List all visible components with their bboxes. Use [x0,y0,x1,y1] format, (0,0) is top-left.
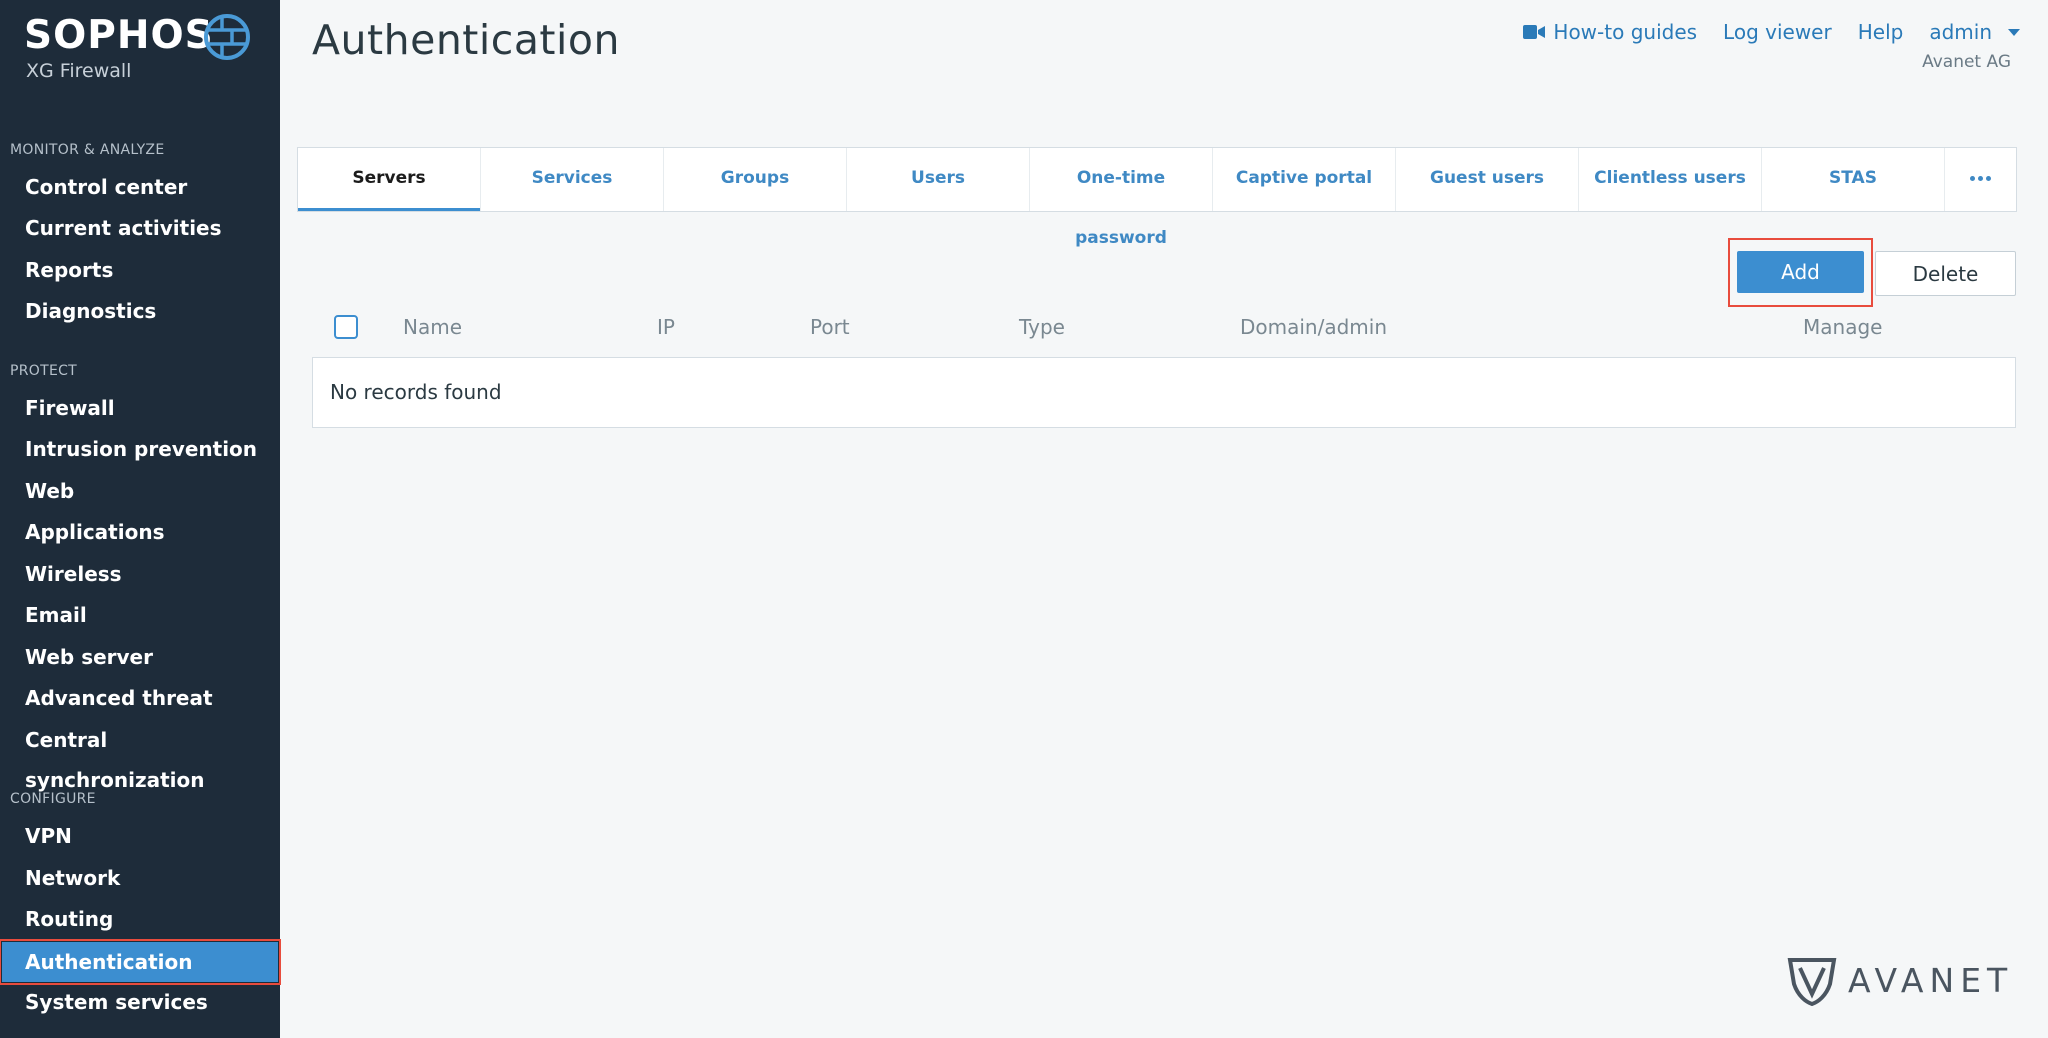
organization-name: Avanet AG [1922,52,2011,72]
tab-bar: Servers Services Groups Users One-time p… [297,147,2017,248]
column-ip[interactable]: IP [657,315,675,339]
section-protect: PROTECT [10,363,78,379]
section-configure: CONFIGURE [10,791,96,807]
sidebar-item-applications[interactable]: Applications [0,512,280,552]
sidebar-item-wireless[interactable]: Wireless [0,554,280,594]
table-body: No records found [312,357,2016,428]
sidebar-item-control-center[interactable]: Control center [0,167,280,207]
column-port[interactable]: Port [810,315,850,339]
sidebar-item-routing[interactable]: Routing [0,899,280,939]
column-name[interactable]: Name [403,315,462,339]
sidebar-item-intrusion-prevention[interactable]: Intrusion prevention [0,429,280,469]
sidebar-item-firewall[interactable]: Firewall [0,388,280,428]
sidebar-item-email[interactable]: Email [0,595,280,635]
howto-guides-link[interactable]: How-to guides [1523,20,1697,44]
column-domain-admin[interactable]: Domain/admin [1240,315,1387,339]
sidebar-item-authentication[interactable]: Authentication [0,939,281,985]
tab-guest-users[interactable]: Guest users [1396,148,1579,211]
add-button[interactable]: Add [1737,251,1864,293]
more-dots-icon [1970,175,1991,181]
tab-clientless-users[interactable]: Clientless users [1579,148,1762,211]
delete-button[interactable]: Delete [1875,251,2016,296]
sidebar-item-current-activities[interactable]: Current activities [0,208,280,248]
tab-more[interactable] [1945,148,2016,211]
tab-captive-portal[interactable]: Captive portal [1213,148,1396,211]
column-manage: Manage [1803,315,1883,339]
tab-servers[interactable]: Servers [298,148,481,211]
log-viewer-link[interactable]: Log viewer [1723,20,1832,44]
sidebar-item-system-services[interactable]: System services [0,982,280,1022]
top-links: How-to guides Log viewer Help admin [1523,20,2020,44]
howto-guides-label: How-to guides [1553,20,1698,44]
tab-stas[interactable]: STAS [1762,148,1945,211]
add-button-highlight: Add [1728,238,1873,307]
empty-message: No records found [330,380,502,404]
brand-name: SOPHOS [24,13,214,58]
brand: SOPHOS XG Firewall [24,13,214,83]
page-title: Authentication [312,16,620,64]
sidebar-item-central-synchronization[interactable]: Central synchronization [0,720,280,792]
select-all-checkbox[interactable] [334,315,358,339]
tab-services[interactable]: Services [481,148,664,211]
sidebar-item-diagnostics[interactable]: Diagnostics [0,291,280,331]
table-header: Name IP Port Type Domain/admin Manage [312,305,2016,353]
sidebar-item-network[interactable]: Network [0,858,280,898]
sidebar-item-web[interactable]: Web [0,471,280,511]
avanet-watermark: AVANET [1786,954,2013,1006]
globe-icon [204,14,250,60]
caret-down-icon [2008,28,2020,36]
sidebar-item-vpn[interactable]: VPN [0,816,280,856]
watermark-text: AVANET [1848,960,2014,1000]
tab-one-time-password[interactable]: One-time password [1030,148,1213,248]
admin-menu[interactable]: admin [1929,20,2020,44]
tab-groups[interactable]: Groups [664,148,847,211]
sidebar-item-advanced-threat[interactable]: Advanced threat [0,678,280,718]
sidebar-item-web-server[interactable]: Web server [0,637,280,677]
tab-users[interactable]: Users [847,148,1030,211]
admin-label: admin [1929,20,1992,44]
column-type[interactable]: Type [1019,315,1065,339]
sidebar: SOPHOS XG Firewall MONITOR & ANALYZE Con… [0,0,281,1038]
brand-product: XG Firewall [26,60,132,82]
section-monitor-analyze: MONITOR & ANALYZE [10,142,165,158]
help-link[interactable]: Help [1858,20,1904,44]
video-camera-icon [1523,25,1546,39]
shield-logo-icon [1787,958,1837,1006]
sidebar-item-reports[interactable]: Reports [0,250,280,290]
